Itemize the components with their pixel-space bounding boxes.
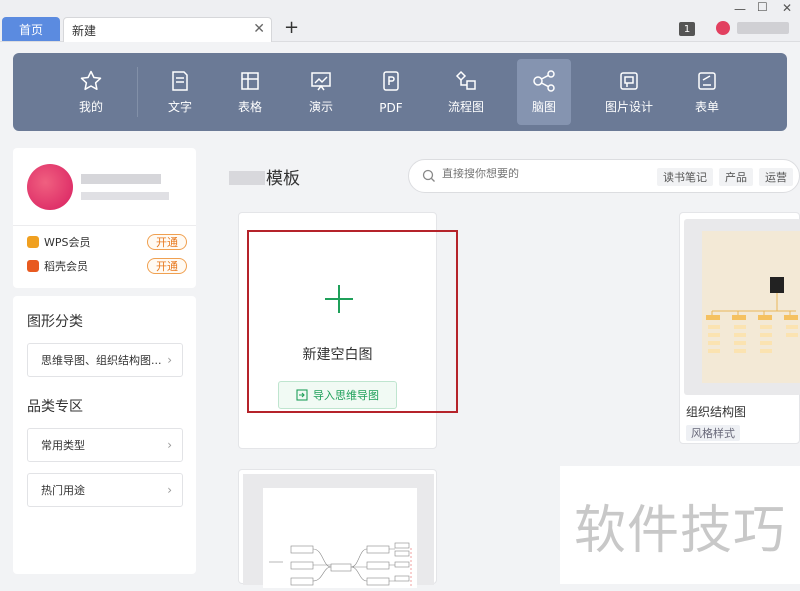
membership-wps: WPS会员 开通 — [27, 232, 187, 252]
highlight-box — [247, 230, 458, 413]
wps-member-icon — [27, 236, 39, 248]
username-blurred — [81, 174, 161, 184]
toolbar-divider — [137, 67, 138, 117]
mindmap-preview — [263, 488, 417, 588]
toolbar-item-mine[interactable]: 我的 — [64, 59, 118, 125]
section-title-categories: 品类专区 — [27, 399, 83, 415]
toolbar-item-mindmap[interactable]: 脑图 — [517, 59, 571, 125]
close-icon[interactable]: ✕ — [253, 21, 265, 37]
org-chart-preview-graphic — [706, 277, 798, 353]
membership-label: 稻壳会员 — [44, 260, 88, 273]
open-wps-member-button[interactable]: 开通 — [147, 234, 187, 250]
membership-docer: 稻壳会员 开通 — [27, 256, 187, 276]
search-icon — [422, 169, 435, 182]
toolbar-label: 图片设计 — [604, 100, 653, 114]
toolbar-label: 演示 — [308, 100, 333, 114]
add-tab-icon[interactable]: + — [284, 17, 299, 38]
toolbar-label: 文字 — [167, 100, 192, 114]
toolbar-item-image-design[interactable]: 图片设计 — [598, 59, 660, 125]
category-label: 热门用途 — [41, 484, 85, 497]
open-docer-member-button[interactable]: 开通 — [147, 258, 187, 274]
page-title: 模板 — [229, 164, 300, 189]
user-id-blurred — [81, 192, 169, 200]
minimize-icon[interactable]: — — [734, 2, 746, 16]
document-icon — [172, 71, 188, 91]
toolbar-label: PDF — [379, 101, 403, 115]
template-card-org-chart[interactable]: 组织结构图 风格样式 — [679, 212, 800, 444]
template-title: 组织结构图 — [686, 405, 747, 419]
toolbar-label: 表格 — [237, 100, 262, 114]
template-thumbnail — [684, 219, 800, 395]
template-card-mindmap[interactable] — [238, 469, 437, 588]
membership-label: WPS会员 — [44, 236, 91, 249]
category-label: 常用类型 — [41, 439, 85, 452]
star-icon — [80, 70, 102, 91]
toolbar-item-flowchart[interactable]: 流程图 — [439, 59, 493, 125]
section-title-shapes: 图形分类 — [27, 314, 83, 330]
mindmap-preview-graphic — [269, 542, 412, 588]
tab-new-label: 新建 — [72, 23, 97, 38]
toolbar-label: 流程图 — [447, 100, 484, 114]
chevron-right-icon: › — [167, 438, 172, 452]
category-item-common[interactable]: 常用类型 › — [27, 428, 183, 462]
search-tag-operations[interactable]: 运营 — [759, 168, 793, 186]
toolbar-label: 脑图 — [531, 100, 556, 114]
search-tag-reading-notes[interactable]: 读书笔记 — [657, 168, 713, 186]
toolbar-item-spreadsheet[interactable]: 表格 — [223, 59, 277, 125]
template-thumbnail — [243, 474, 434, 588]
org-chart-preview — [702, 231, 800, 383]
avatar[interactable] — [27, 164, 73, 210]
tab-bar: 首页 新建 ✕ + — ☐ ✕ 1 — [0, 0, 800, 42]
category-panel: 图形分类 思维导图、组织结构图... › 品类专区 常用类型 › 热门用途 › — [13, 296, 196, 574]
form-icon — [698, 72, 716, 90]
toolbar-item-writer[interactable]: 文字 — [153, 59, 207, 125]
category-item-mindmap-org[interactable]: 思维导图、组织结构图... › — [27, 343, 183, 377]
category-label: 思维导图、组织结构图... — [41, 354, 162, 367]
title-blurred — [229, 171, 265, 185]
divider — [13, 225, 196, 226]
toolbar-item-presentation[interactable]: 演示 — [294, 59, 348, 125]
tab-home[interactable]: 首页 — [2, 17, 60, 41]
user-card: WPS会员 开通 稻壳会员 开通 — [13, 148, 196, 288]
mindmap-icon — [533, 70, 555, 92]
flowchart-icon — [455, 70, 476, 90]
presentation-icon — [311, 72, 331, 91]
notification-badge[interactable]: 1 — [679, 22, 695, 36]
table-icon — [241, 72, 259, 90]
window-close-icon[interactable]: ✕ — [782, 1, 792, 15]
avatar[interactable] — [716, 21, 730, 35]
chevron-right-icon: › — [167, 483, 172, 497]
toolbar-item-form[interactable]: 表单 — [680, 59, 734, 125]
pdf-icon — [383, 71, 399, 91]
image-design-icon — [620, 72, 638, 90]
search-tag-product[interactable]: 产品 — [719, 168, 753, 186]
search-input[interactable] — [442, 168, 642, 180]
toolbar-label: 我的 — [78, 100, 103, 114]
chevron-right-icon: › — [167, 353, 172, 367]
watermark: 软件技巧 — [560, 466, 800, 584]
maximize-icon[interactable]: ☐ — [757, 0, 768, 14]
category-item-popular[interactable]: 热门用途 › — [27, 473, 183, 507]
app-toolbar: 我的 文字 表格 演示 PDF 流程图 脑图 图片设计 表单 — [13, 53, 787, 131]
template-style-tag: 风格样式 — [686, 425, 740, 441]
docer-member-icon — [27, 260, 39, 272]
username-blurred[interactable] — [737, 22, 789, 34]
toolbar-item-pdf[interactable]: PDF — [364, 59, 418, 125]
toolbar-label: 表单 — [694, 100, 719, 114]
page-title-text: 模板 — [266, 169, 300, 189]
tab-new[interactable]: 新建 ✕ — [63, 17, 272, 42]
search-bar[interactable]: 读书笔记 产品 运营 — [408, 159, 800, 193]
